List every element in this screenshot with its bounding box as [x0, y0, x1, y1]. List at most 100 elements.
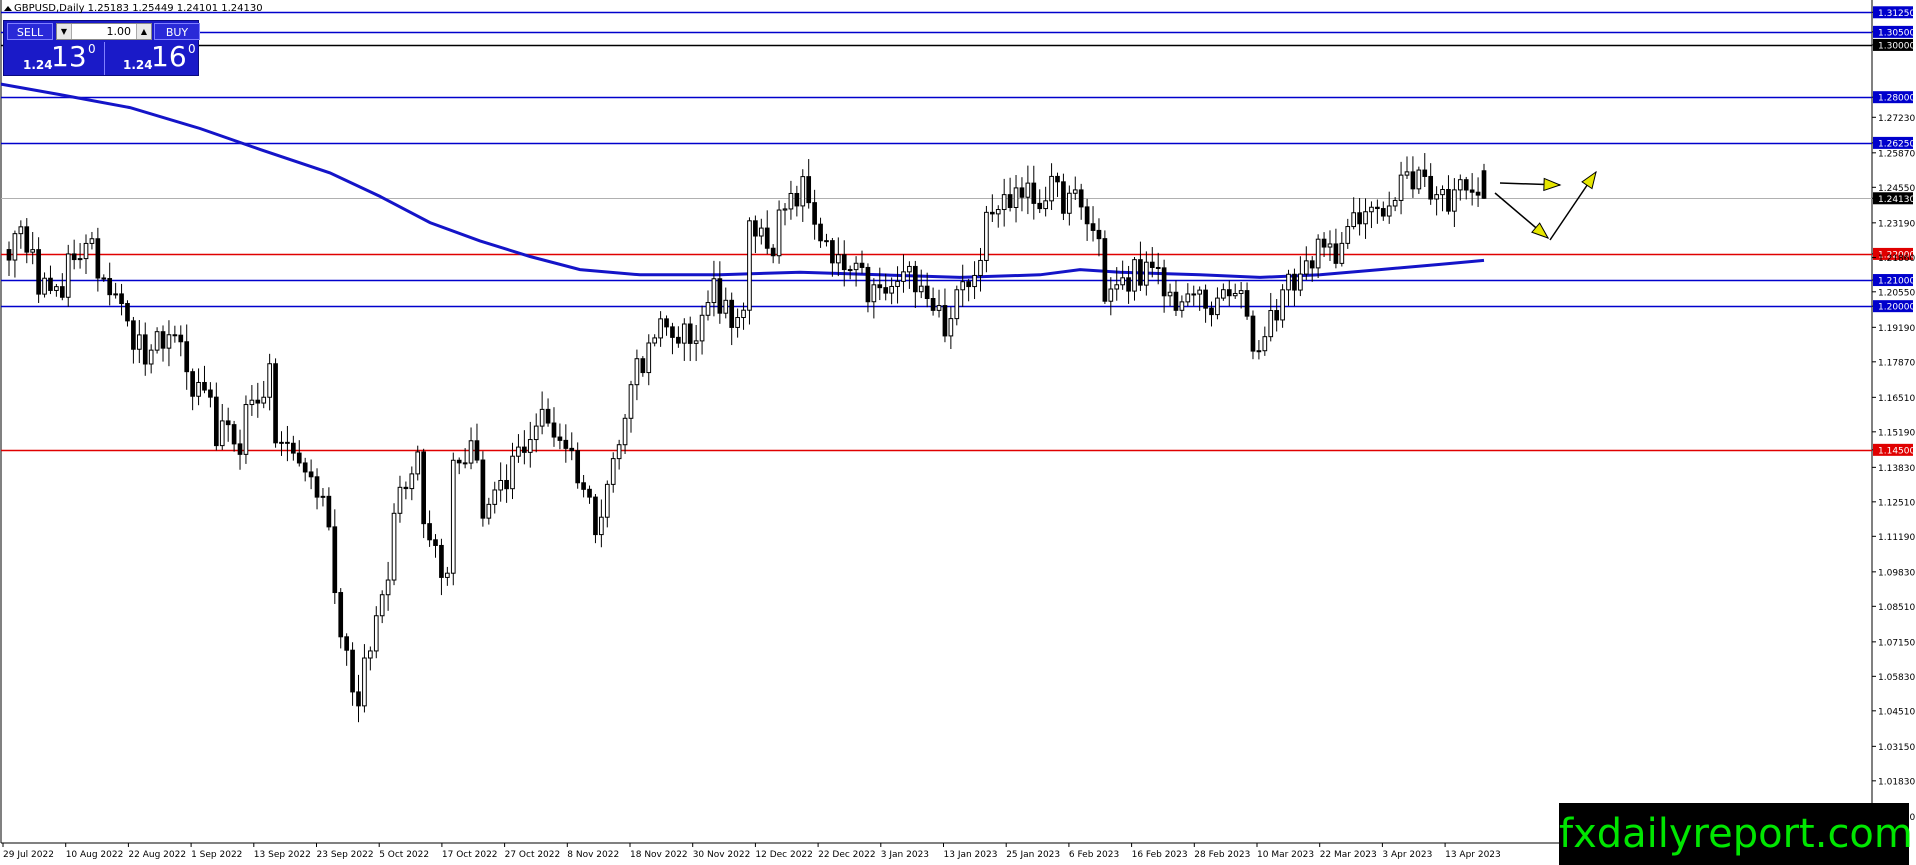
candle-bull: [83, 242, 89, 260]
candle-bear: [403, 486, 409, 490]
candle-bear: [1209, 307, 1214, 316]
sell-price-pipette: 0: [88, 42, 96, 56]
candle-bear: [24, 226, 30, 253]
candle-bear: [344, 636, 349, 651]
y-tick-label: 1.09830: [1878, 568, 1915, 578]
candle-bear: [1161, 267, 1167, 297]
candle-bull: [1132, 259, 1137, 292]
candle-bear: [302, 462, 308, 473]
candle-bear: [1475, 191, 1481, 196]
x-tick-label: 3 Jan 2023: [881, 850, 929, 860]
candle-bear: [255, 399, 261, 404]
x-tick-label: 28 Feb 2023: [1194, 850, 1250, 860]
candle-bear: [877, 284, 883, 289]
x-tick-label: 29 Jul 2022: [3, 850, 54, 860]
y-tick-label: 1.05830: [1878, 673, 1915, 683]
y-tick-label: 1.25870: [1878, 149, 1915, 159]
candle-bear: [1138, 259, 1143, 286]
candle-bull: [1114, 284, 1120, 290]
candle-bull: [646, 342, 652, 374]
candle-bull: [409, 473, 415, 490]
x-tick-label: 27 Oct 2022: [505, 850, 561, 860]
candle-bear: [841, 254, 847, 271]
candle-bear: [687, 323, 693, 344]
x-tick-label: 8 Nov 2022: [567, 850, 619, 860]
candle-bear: [107, 278, 113, 296]
candle-bear: [474, 440, 480, 461]
candle-bear: [95, 238, 101, 279]
lot-size-value[interactable]: 1.00: [73, 24, 135, 39]
sell-price-box[interactable]: 1.24 13 0: [5, 40, 99, 75]
candle-bull: [711, 278, 717, 304]
candle-bear: [202, 381, 207, 391]
candles: [6, 153, 1487, 723]
collapse-triangle-icon[interactable]: [4, 6, 12, 11]
candle-bull: [1303, 260, 1309, 275]
x-tick-label: 5 Oct 2022: [379, 850, 429, 860]
candle-bear: [1463, 179, 1469, 191]
candle-bull: [954, 289, 960, 320]
candle-bull: [1197, 289, 1202, 295]
candle-bear: [462, 462, 468, 465]
candle-bull: [1167, 291, 1173, 297]
candle-bull: [901, 271, 906, 282]
moving-average: [0, 82, 1485, 279]
candle-bull: [735, 317, 740, 328]
candle-bear: [190, 371, 195, 397]
x-tick-label: 30 Nov 2022: [693, 850, 751, 860]
candle-bull: [415, 451, 421, 475]
candle-bull: [758, 227, 764, 237]
candle-bull: [1416, 169, 1422, 190]
buy-price-box[interactable]: 1.24 16 0: [104, 40, 199, 75]
candle-bear: [593, 496, 598, 536]
candle-bear: [350, 649, 355, 693]
candle-bull: [723, 299, 729, 314]
candle-bull: [1392, 199, 1398, 207]
candle-bear: [231, 424, 237, 445]
candle-bear: [1375, 206, 1380, 210]
candle-bull: [516, 446, 521, 457]
candle-bull: [320, 495, 326, 498]
x-tick-label: 25 Jan 2023: [1006, 850, 1060, 860]
candle-bull: [788, 192, 794, 210]
x-tick-label: 17 Oct 2022: [442, 850, 498, 860]
candle-bull: [853, 262, 859, 271]
lot-increase-icon[interactable]: ▲: [136, 24, 151, 39]
y-tick-label: 1.07150: [1878, 638, 1915, 648]
candle-bear: [806, 176, 812, 204]
candle-bear: [1173, 291, 1179, 311]
candle-bull: [539, 408, 545, 427]
x-tick-label: 16 Feb 2023: [1132, 850, 1188, 860]
candle-bull: [196, 381, 201, 397]
sell-button[interactable]: SELL: [7, 23, 53, 40]
price-axis: 1.31250 1.30500 1.30000 1.28000 1.27230 1.262…: [1872, 6, 1915, 823]
y-tick-label: 1.01830: [1878, 777, 1915, 787]
y-tick-label: 1.15190: [1878, 428, 1915, 438]
x-tick-label: 23 Sep 2022: [317, 850, 374, 860]
candle-bull: [681, 323, 687, 344]
candle-bear: [119, 293, 124, 305]
candle-bear: [676, 336, 681, 344]
buy-button[interactable]: BUY: [154, 23, 200, 40]
price-chart[interactable]: 1.31250 1.30500 1.30000 1.28000 1.27230 1.262…: [0, 0, 1916, 865]
lot-size-field[interactable]: ▼ 1.00 ▲: [56, 23, 152, 40]
candle-bull: [1351, 212, 1357, 228]
candle-bear: [581, 482, 586, 490]
candle-bear: [1007, 194, 1013, 208]
candle-bear: [912, 265, 918, 293]
candle-bull: [1369, 206, 1374, 213]
candle-bear: [670, 326, 675, 338]
x-tick-label: 1 Sep 2022: [191, 850, 242, 860]
candle-bear: [59, 286, 65, 298]
candle-bull: [1268, 310, 1274, 338]
lot-decrease-icon[interactable]: ▼: [57, 24, 72, 39]
candle-bull: [1434, 194, 1439, 200]
candle-bull: [628, 384, 634, 419]
buy-price-main: 16: [151, 40, 187, 73]
candle-bull: [154, 331, 160, 351]
forecast-arrows: [1494, 170, 1597, 241]
candle-bull: [1067, 192, 1072, 214]
candle-bear: [338, 592, 344, 638]
candle-bull: [1457, 179, 1463, 191]
candle-bull: [54, 286, 59, 291]
